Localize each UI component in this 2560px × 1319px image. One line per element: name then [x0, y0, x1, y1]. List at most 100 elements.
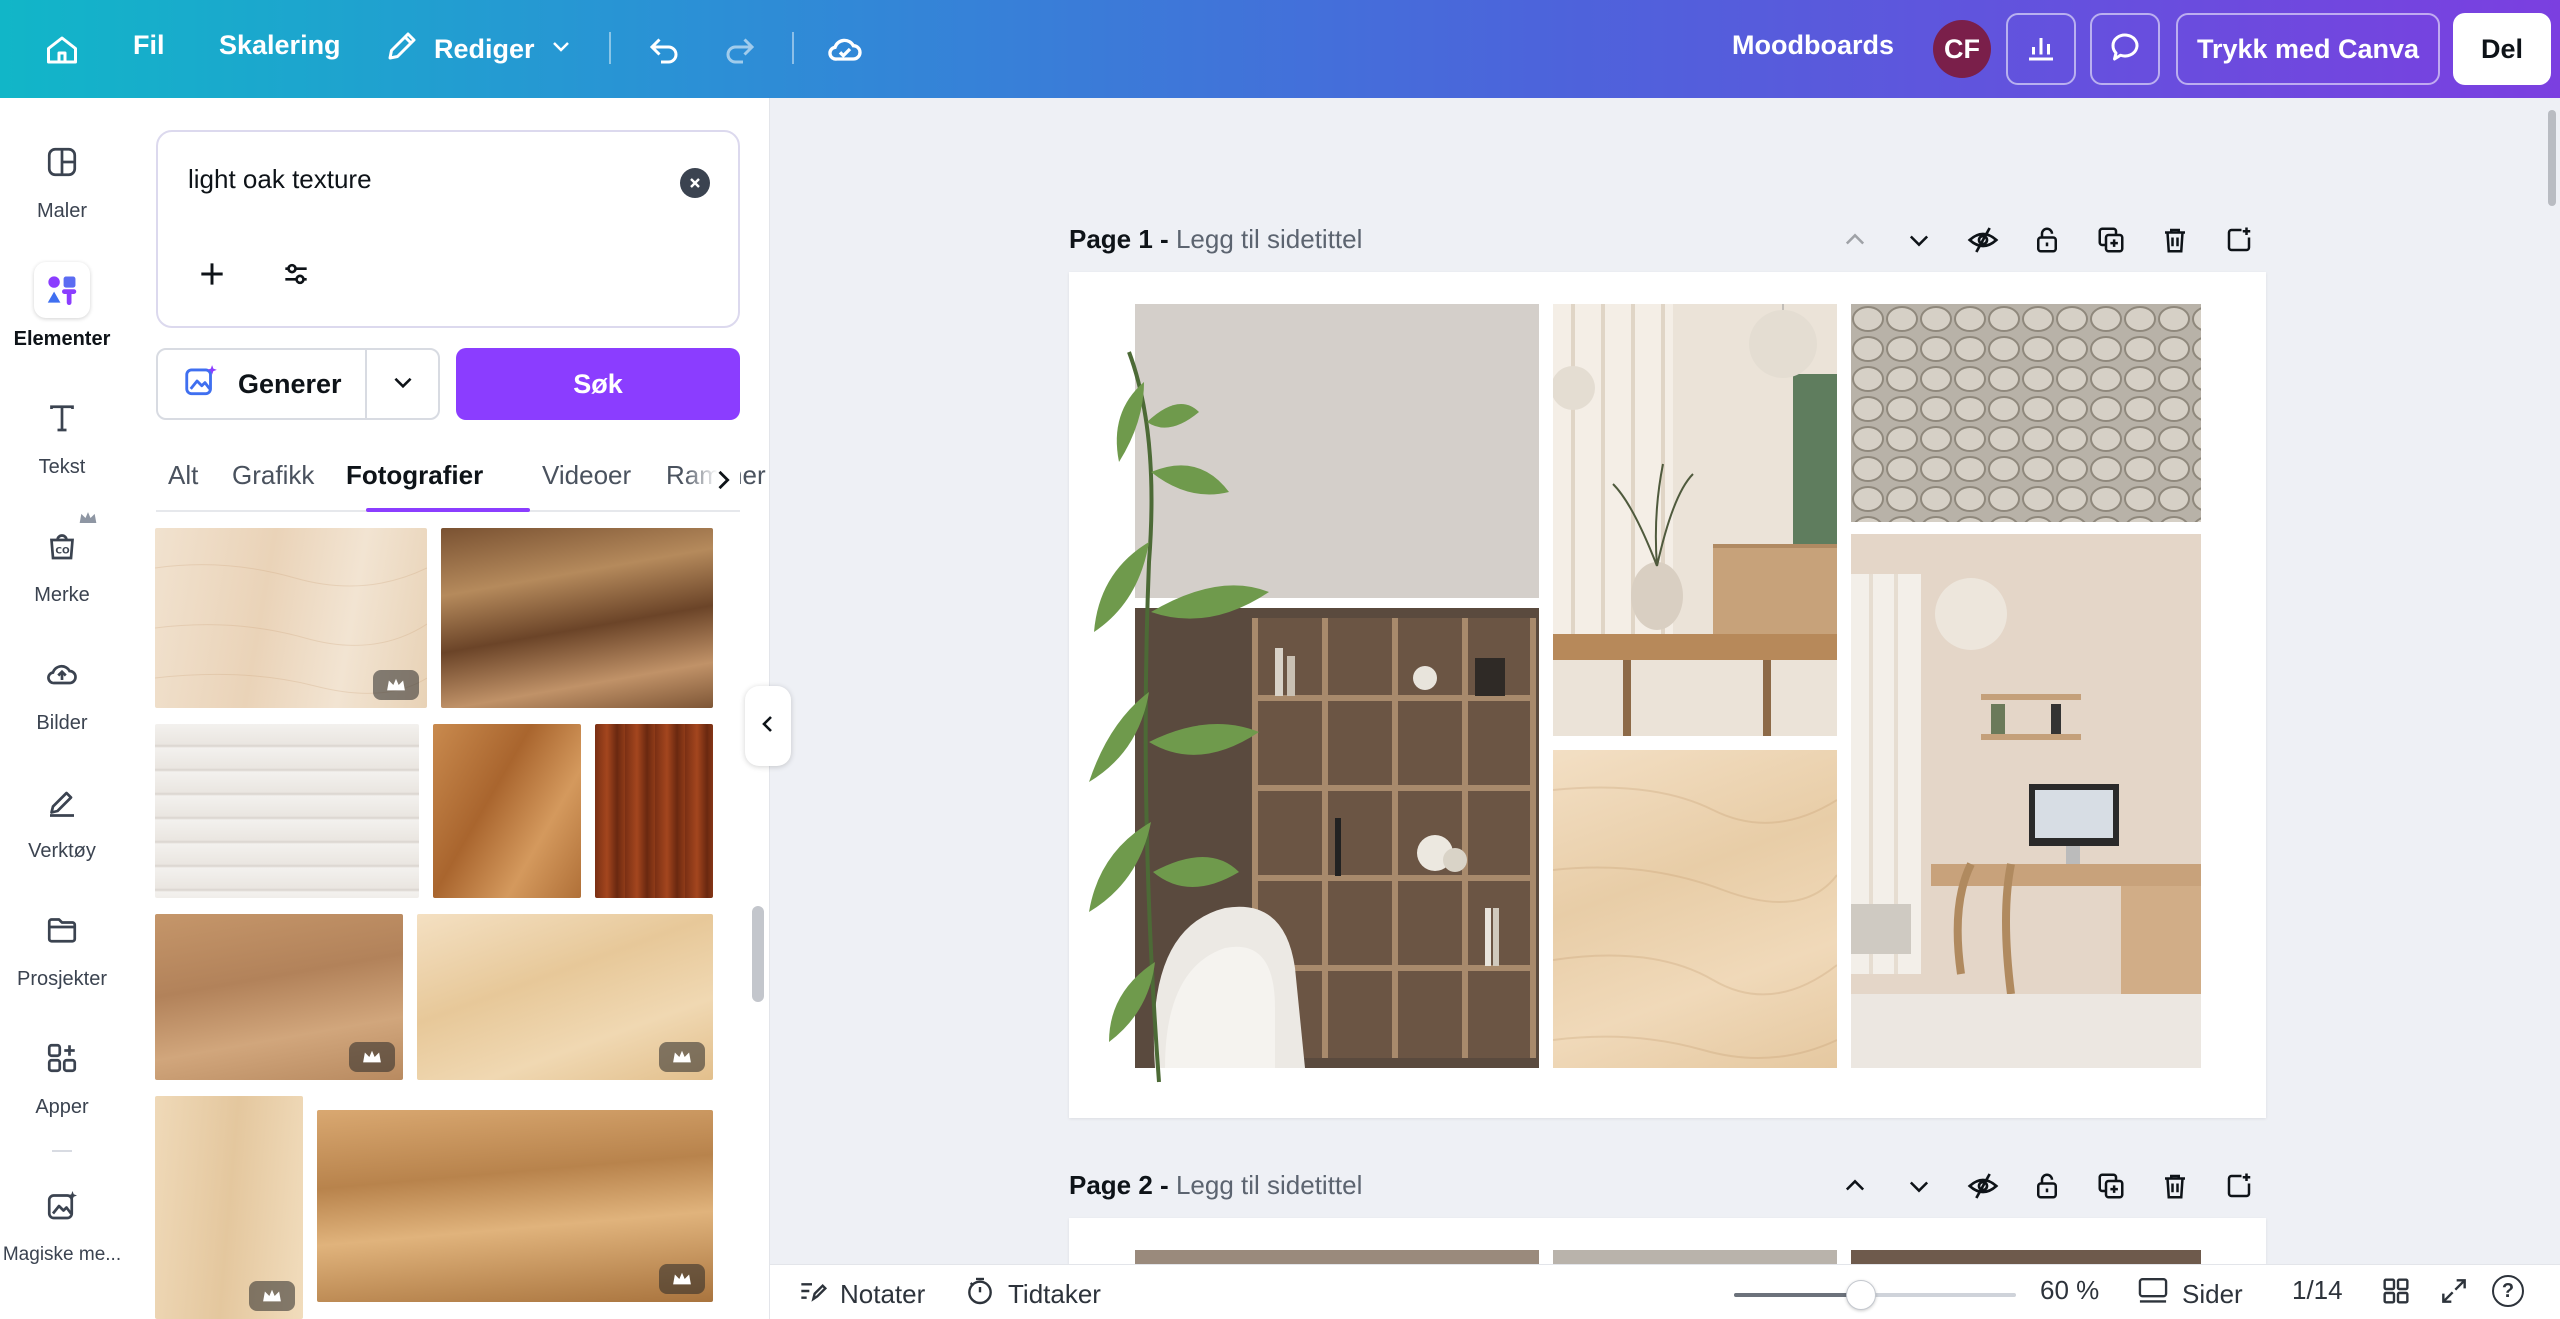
chevron-right-icon[interactable] [712, 466, 734, 499]
rail-item-templates[interactable]: Maler [0, 134, 124, 244]
page-counter[interactable]: 1/14 [2292, 1275, 2343, 1306]
page-header: Page 1 - Legg til sidetittel [1069, 220, 2269, 260]
generate-button[interactable]: Generer [158, 350, 365, 418]
duplicate-page-icon[interactable] [2091, 220, 2131, 260]
rail-item-tools[interactable]: Verktøy [0, 774, 124, 884]
photo-result[interactable] [155, 528, 427, 708]
plus-icon[interactable] [196, 258, 228, 295]
crown-icon [373, 670, 419, 700]
zoom-slider[interactable] [1734, 1280, 2016, 1310]
cloud-saved-icon[interactable] [824, 28, 866, 70]
photo-result[interactable] [317, 1110, 713, 1302]
moodboard-photo[interactable] [1135, 1250, 1539, 1264]
rail-item-uploads[interactable]: Bilder [0, 646, 124, 756]
tab-graphics[interactable]: Grafikk [232, 460, 314, 491]
project-title[interactable]: Moodboards [1732, 30, 1894, 61]
design-page[interactable] [1069, 1218, 2266, 1264]
trash-icon[interactable] [2155, 1166, 2195, 1206]
chevron-left-icon [758, 712, 778, 741]
eucalyptus-plant-image[interactable] [1069, 312, 1299, 1092]
file-menu[interactable]: Fil [133, 30, 165, 61]
moodboard-photo[interactable] [1851, 1250, 2201, 1264]
canvas-scrollbar[interactable] [2548, 110, 2556, 206]
add-page-icon[interactable] [2219, 1166, 2259, 1206]
timer-label: Tidtaker [1008, 1279, 1101, 1309]
moodboard-wool-texture[interactable] [1851, 304, 2201, 522]
pencil-icon [384, 28, 420, 71]
photo-result[interactable] [155, 1096, 303, 1319]
bar-chart-icon [2023, 29, 2059, 70]
chevron-up-icon[interactable] [1835, 1166, 1875, 1206]
photo-result[interactable] [441, 528, 713, 708]
generate-group: Generer [156, 348, 440, 420]
moodboard-dining-photo[interactable] [1553, 304, 1837, 736]
undo-icon[interactable] [644, 30, 684, 70]
hide-page-icon[interactable] [1963, 1166, 2003, 1206]
chevron-down-icon[interactable] [1899, 220, 1939, 260]
trash-icon[interactable] [2155, 220, 2195, 260]
hide-page-icon[interactable] [1963, 220, 2003, 260]
page-title-placeholder[interactable]: Legg til sidetittel [1176, 224, 1362, 254]
text-icon [34, 390, 90, 446]
pages-button[interactable]: Sider [2136, 1275, 2243, 1314]
rail-item-text[interactable]: Tekst [0, 390, 124, 500]
photo-result[interactable] [155, 914, 403, 1080]
rail-label: Maler [36, 200, 87, 222]
zoom-level[interactable]: 60 % [2040, 1275, 2099, 1306]
page-title[interactable]: Page 2 - Legg til sidetittel [1069, 1170, 1362, 1201]
filter-icon[interactable] [280, 258, 312, 295]
page-title-placeholder[interactable]: Legg til sidetittel [1176, 1170, 1362, 1200]
rail-item-apps[interactable]: Apper [0, 1030, 124, 1140]
rail-item-elements[interactable]: Elementer [0, 262, 124, 372]
elements-panel: light oak texture Generer Søk Alt Grafik… [124, 98, 770, 1319]
svg-text:CO: CO [55, 547, 70, 557]
lock-icon[interactable] [2027, 1166, 2067, 1206]
fullscreen-icon[interactable] [2438, 1275, 2470, 1307]
moodboard-office-photo[interactable] [1851, 534, 2201, 1068]
generate-options[interactable] [365, 350, 438, 418]
notes-button[interactable]: Notater [796, 1275, 925, 1314]
rail-item-brand[interactable]: CO Merke [0, 512, 124, 628]
print-with-canva-button[interactable]: Trykk med Canva [2176, 13, 2440, 85]
add-page-icon[interactable] [2219, 220, 2259, 260]
lock-icon[interactable] [2027, 220, 2067, 260]
tab-videos[interactable]: Videoer [542, 460, 631, 491]
clear-search-icon[interactable] [680, 168, 710, 198]
rail-item-magic[interactable]: Magiske me... [0, 1178, 124, 1288]
help-button[interactable]: ? [2492, 1275, 2524, 1307]
edit-menu[interactable]: Rediger [384, 28, 573, 71]
duplicate-page-icon[interactable] [2091, 1166, 2131, 1206]
redo-icon[interactable] [720, 30, 760, 70]
zoom-slider-handle[interactable] [1845, 1280, 1876, 1310]
chevron-up-icon[interactable] [1835, 220, 1875, 260]
search-box[interactable]: light oak texture [156, 130, 740, 328]
rail-item-projects[interactable]: Prosjekter [0, 902, 124, 1012]
comments-button[interactable] [2090, 13, 2160, 85]
page-title[interactable]: Page 1 - Legg til sidetittel [1069, 224, 1362, 255]
collapse-panel-button[interactable] [745, 686, 791, 766]
moodboard-oak-texture[interactable] [1553, 750, 1837, 1068]
search-input[interactable]: light oak texture [188, 164, 372, 195]
tab-photos[interactable]: Fotografier [346, 460, 483, 491]
photo-result[interactable] [433, 724, 581, 898]
crown-icon [78, 510, 98, 531]
magic-image-icon [182, 362, 220, 407]
chevron-down-icon[interactable] [1899, 1166, 1939, 1206]
photo-result[interactable] [595, 724, 713, 898]
design-page[interactable] [1069, 272, 2266, 1118]
tab-all[interactable]: Alt [168, 460, 198, 491]
resize-menu[interactable]: Skalering [219, 30, 341, 61]
avatar[interactable]: CF [1933, 20, 1991, 78]
insights-button[interactable] [2006, 13, 2076, 85]
zoom-slider-fill [1734, 1293, 1861, 1297]
photo-result[interactable] [417, 914, 713, 1080]
moodboard-photo[interactable] [1553, 1250, 1837, 1264]
photo-result[interactable] [155, 724, 419, 898]
timer-button[interactable]: Tidtaker [964, 1275, 1101, 1314]
home-icon[interactable] [42, 30, 82, 70]
search-button[interactable]: Søk [456, 348, 740, 420]
share-button[interactable]: Del [2453, 13, 2551, 85]
panel-scrollbar[interactable] [752, 906, 764, 1002]
grid-view-icon[interactable] [2380, 1275, 2412, 1307]
crown-icon [659, 1264, 705, 1294]
